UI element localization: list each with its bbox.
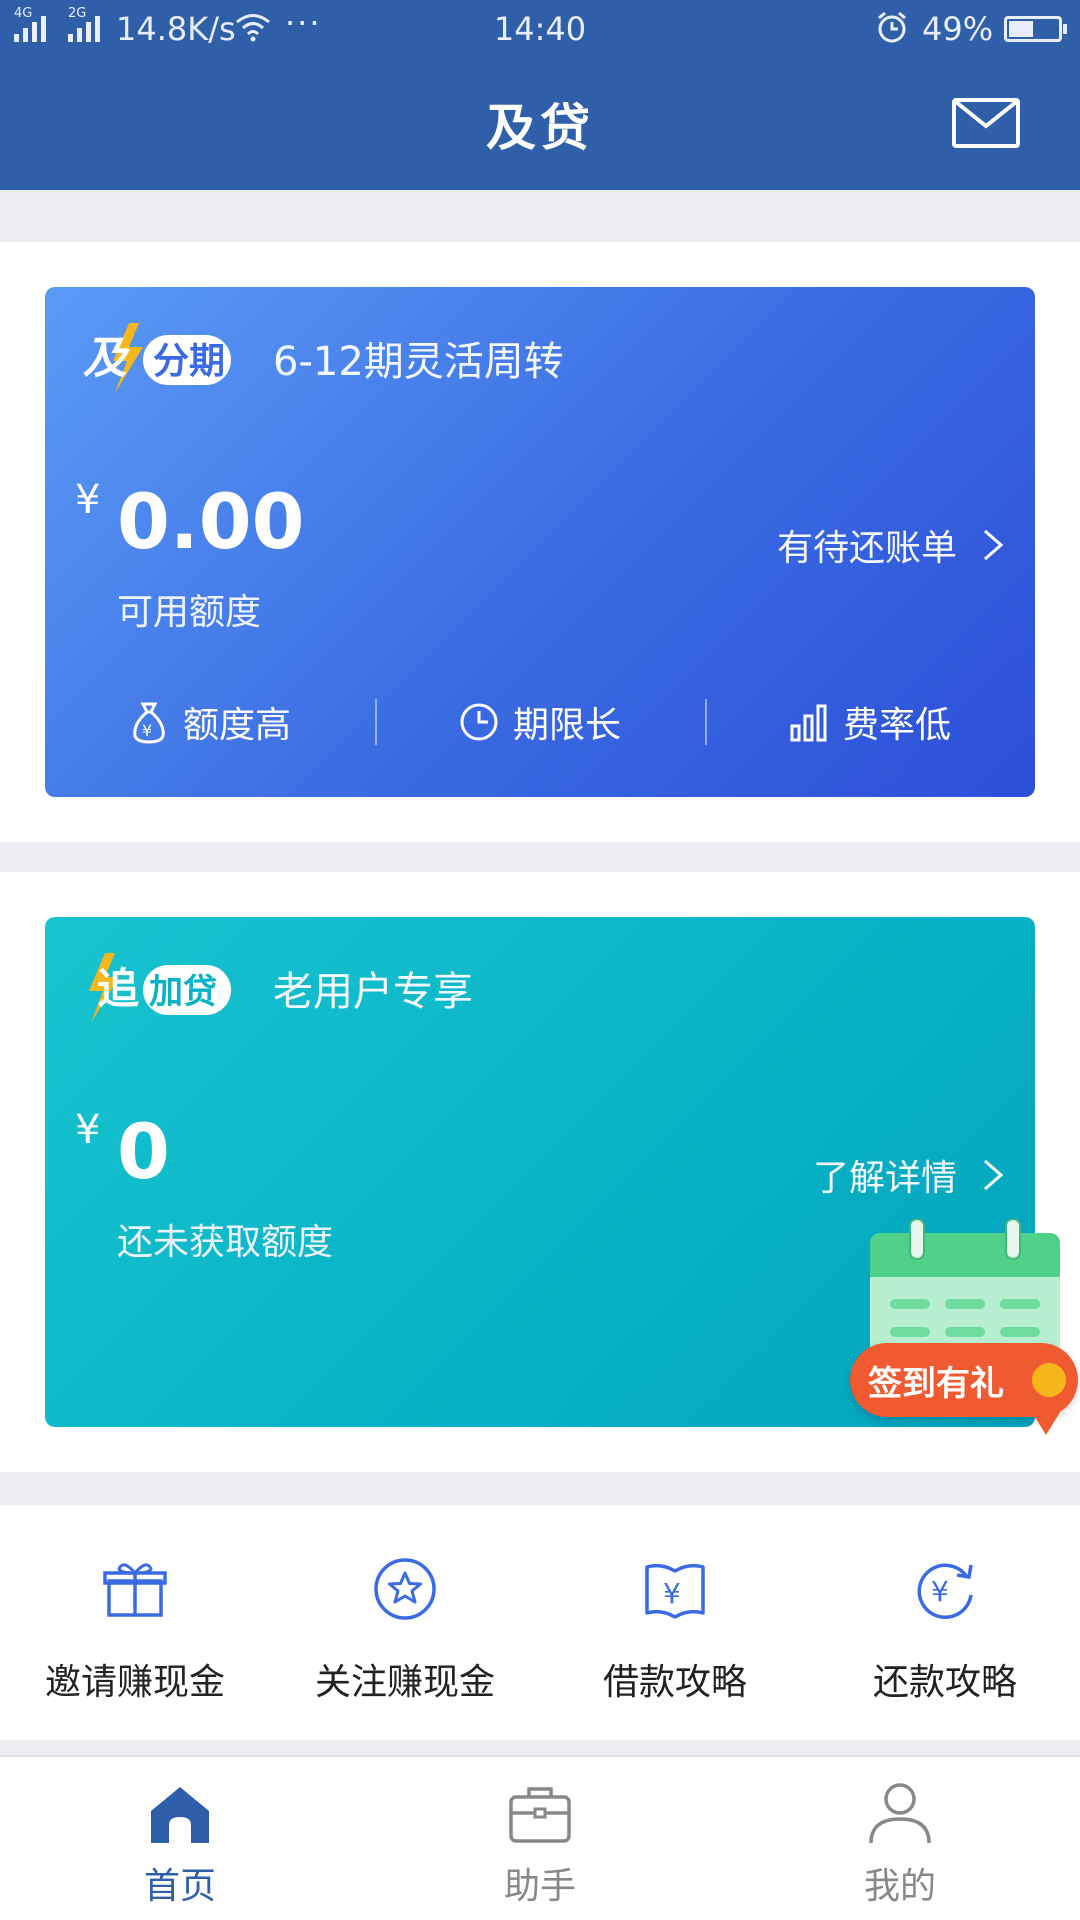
svg-text:¥: ¥ [663,1577,681,1610]
envelope-icon[interactable] [952,98,1020,148]
money-bag-icon: ¥ [133,702,165,744]
quick-links: 邀请赚现金 关注赚现金 ¥ 借款攻略 ¥ 还款攻略 [0,1505,1080,1740]
svg-text:¥: ¥ [142,721,152,740]
battery-percent: 49% [922,10,994,48]
quick-link-repay-guide[interactable]: ¥ 还款攻略 [810,1505,1080,1740]
installment-section: 及 分期 6-12期灵活周转 ¥ 0.00 可用额度 有待还账单 ¥ 额度高 期… [0,242,1080,842]
star-icon [374,1558,436,1620]
svg-text:¥: ¥ [931,1575,949,1608]
yuan-refresh-icon: ¥ [917,1563,973,1620]
topup-logo: 追 加贷 [89,953,231,1023]
installment-logo: 及 分期 [83,323,231,393]
card-subtitle: 6-12期灵活周转 [273,339,564,385]
details-link[interactable]: 了解详情 [813,1149,1005,1201]
amount-label: 可用额度 [117,592,262,633]
tab-assistant[interactable]: 助手 [360,1757,720,1920]
chevron-right-icon [984,1159,1004,1191]
clock: 14:40 [493,10,587,48]
quick-link-invite[interactable]: 邀请赚现金 [0,1505,270,1740]
user-icon [869,1783,931,1844]
available-amount: 0.00 [117,477,305,566]
chevron-right-icon [984,529,1004,561]
svg-text:加贷: 加贷 [149,972,217,1012]
briefcase-icon [509,1787,571,1843]
svg-text:分期: 分期 [153,341,225,382]
feature-high-limit: ¥ 额度高 [45,697,375,747]
feature-low-rate: 费率低 [705,697,1035,747]
currency-symbol: ¥ [75,1107,101,1153]
pill-tail [1030,1409,1062,1435]
amount-label: 还未获取额度 [117,1222,334,1263]
currency-symbol: ¥ [75,477,101,523]
tab-home[interactable]: 首页 [0,1757,360,1920]
gift-icon [103,1563,167,1617]
bar-chart-icon [790,704,827,742]
pending-bill-link[interactable]: 有待还账单 [777,519,1005,571]
battery-icon [1004,16,1067,42]
pending-bill-label: 有待还账单 [776,528,957,569]
quick-link-borrow-guide[interactable]: ¥ 借款攻略 [540,1505,810,1740]
book-yuan-icon: ¥ [645,1563,705,1619]
checkin-floating-button[interactable]: 签到有礼 [848,1205,1080,1435]
home-icon [151,1787,209,1843]
details-label: 了解详情 [812,1158,957,1199]
status-bar: 4G 2G 14.8K/s ··· 14:40 49% [0,0,1080,58]
bottom-tab-bar: 首页 助手 我的 [0,1755,1080,1920]
feature-row: ¥ 额度高 期限长 费率低 [45,697,1035,747]
checkin-label-pill: 签到有礼 [850,1343,1078,1417]
alarm-icon [878,11,906,43]
svg-text:追: 追 [97,964,139,1013]
check-badge-icon [1032,1363,1066,1397]
quick-link-follow[interactable]: 关注赚现金 [270,1505,540,1740]
available-amount: 0 [117,1107,170,1196]
svg-text:及: 及 [83,334,130,383]
top-bar: 4G 2G 14.8K/s ··· 14:40 49% 及贷 [0,0,1080,190]
card-subtitle: 老用户专享 [273,969,473,1015]
feature-long-term: 期限长 [375,697,705,747]
installment-card[interactable]: 及 分期 6-12期灵活周转 ¥ 0.00 可用额度 有待还账单 ¥ 额度高 期… [45,287,1035,797]
clock-icon [460,703,498,741]
page-title: 及贷 [486,99,594,157]
tab-profile[interactable]: 我的 [720,1757,1080,1920]
